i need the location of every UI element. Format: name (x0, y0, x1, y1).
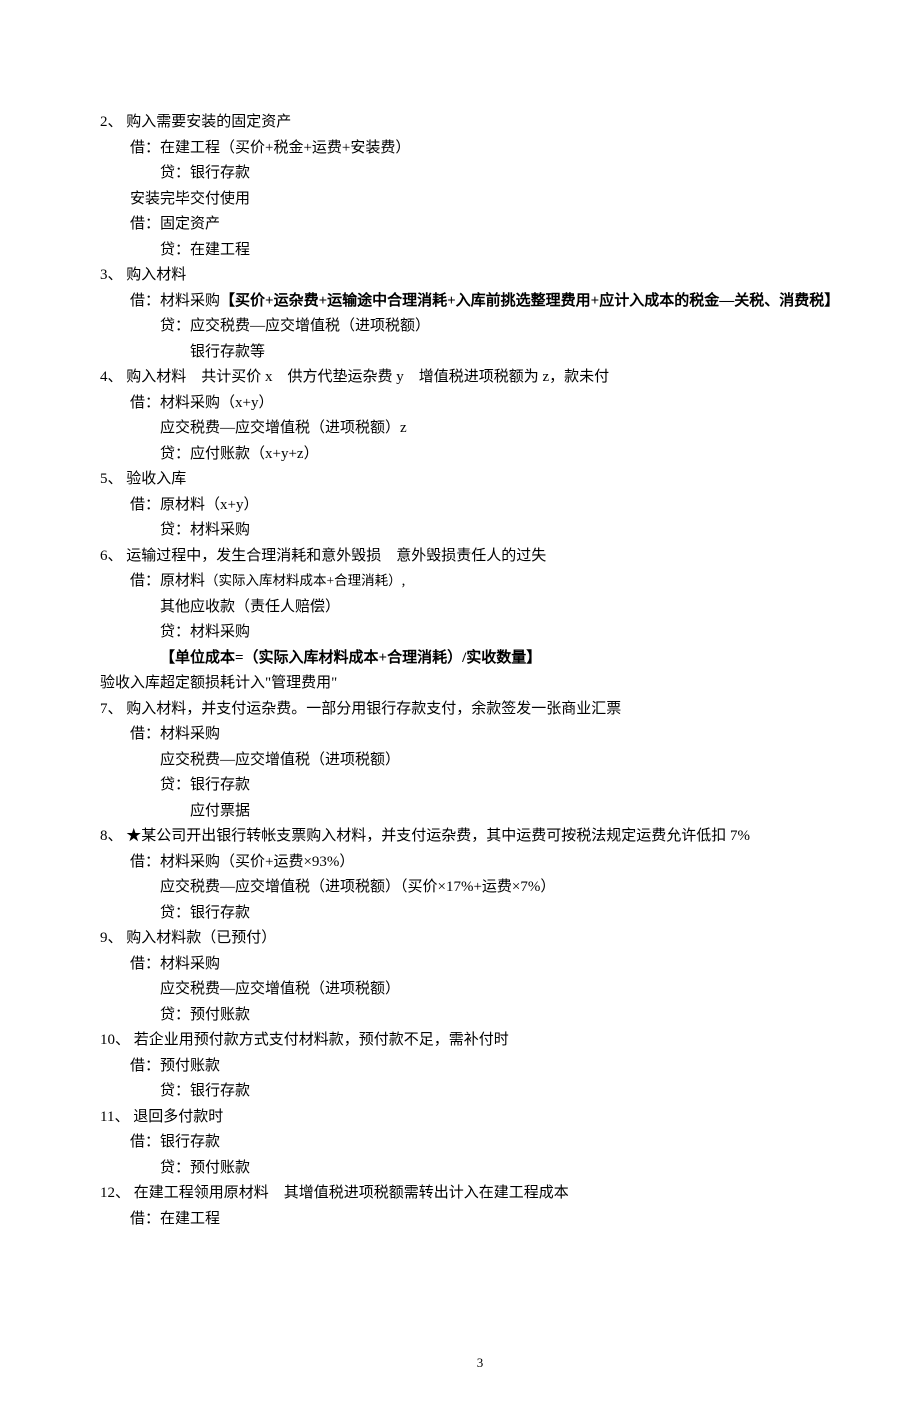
entry-line: 贷：银行存款 (100, 161, 860, 187)
entry-line: 【单位成本=（实际入库材料成本+合理消耗）/实收数量】 (100, 646, 860, 672)
entry-line: 贷：材料采购 (100, 518, 860, 544)
entry-line: 应交税费—应交增值税（进项税额）（买价×17%+运费×7%） (100, 875, 860, 901)
entry-heading: 7、 购入材料，并支付运杂费。一部分用银行存款支付，余款签发一张商业汇票 (100, 697, 860, 723)
entry-line: 借：在建工程 (100, 1207, 860, 1233)
entry-line: 应付票据 (100, 799, 860, 825)
entry-line: 借：原材料（x+y） (100, 493, 860, 519)
entry-line: 借：银行存款 (100, 1130, 860, 1156)
entry-line: 贷：银行存款 (100, 773, 860, 799)
entry-line: 借：材料采购 (100, 952, 860, 978)
entry-heading: 12、 在建工程领用原材料 其增值税进项税额需转出计入在建工程成本 (100, 1181, 860, 1207)
entry-line: 借：原材料（实际入库材料成本+合理消耗）, (100, 569, 860, 595)
entry-line: 贷：材料采购 (100, 620, 860, 646)
entry-line: 银行存款等 (100, 340, 860, 366)
entry-line: 贷：银行存款 (100, 1079, 860, 1105)
entry-line: 应交税费—应交增值税（进项税额）z (100, 416, 860, 442)
entry-line: 借：材料采购（买价+运费×93%） (100, 850, 860, 876)
entry-heading: 5、 验收入库 (100, 467, 860, 493)
entry-heading: 2、 购入需要安装的固定资产 (100, 110, 860, 136)
entry-line: 应交税费—应交增值税（进项税额） (100, 748, 860, 774)
entry-line: 贷：预付账款 (100, 1156, 860, 1182)
entry-line: 安装完毕交付使用 (100, 187, 860, 213)
entry-line: 借：预付账款 (100, 1054, 860, 1080)
entry-heading: 8、 ★某公司开出银行转帐支票购入材料，并支付运杂费，其中运费可按税法规定运费允… (100, 824, 860, 850)
entry-heading: 9、 购入材料款（已预付） (100, 926, 860, 952)
page-number: 3 (100, 1352, 860, 1374)
entry-heading: 3、 购入材料 (100, 263, 860, 289)
entry-heading: 6、 运输过程中，发生合理消耗和意外毁损 意外毁损责任人的过失 (100, 544, 860, 570)
entry-line: 贷：预付账款 (100, 1003, 860, 1029)
entry-line: 贷：应交税费—应交增值税（进项税额） (100, 314, 860, 340)
entry-line: 贷：应付账款（x+y+z） (100, 442, 860, 468)
document-body: 2、 购入需要安装的固定资产借：在建工程（买价+税金+运费+安装费）贷：银行存款… (100, 110, 860, 1232)
entry-line: 借：材料采购（x+y） (100, 391, 860, 417)
entry-line: 其他应收款（责任人赔偿） (100, 595, 860, 621)
entry-heading: 10、 若企业用预付款方式支付材料款，预付款不足，需补付时 (100, 1028, 860, 1054)
entry-heading: 4、 购入材料 共计买价 x 供方代垫运杂费 y 增值税进项税额为 z，款未付 (100, 365, 860, 391)
entry-line: 借：固定资产 (100, 212, 860, 238)
document-page: 2、 购入需要安装的固定资产借：在建工程（买价+税金+运费+安装费）贷：银行存款… (0, 0, 920, 1414)
entry-line: 借：材料采购 (100, 722, 860, 748)
entry-line: 借：在建工程（买价+税金+运费+安装费） (100, 136, 860, 162)
entry-line: 借：材料采购【买价+运杂费+运输途中合理消耗+入库前挑选整理费用+应计入成本的税… (100, 289, 860, 315)
entry-heading: 11、 退回多付款时 (100, 1105, 860, 1131)
entry-line: 贷：银行存款 (100, 901, 860, 927)
entry-line: 验收入库超定额损耗计入"管理费用" (100, 671, 860, 697)
entry-line: 应交税费—应交增值税（进项税额） (100, 977, 860, 1003)
entry-line: 贷：在建工程 (100, 238, 860, 264)
